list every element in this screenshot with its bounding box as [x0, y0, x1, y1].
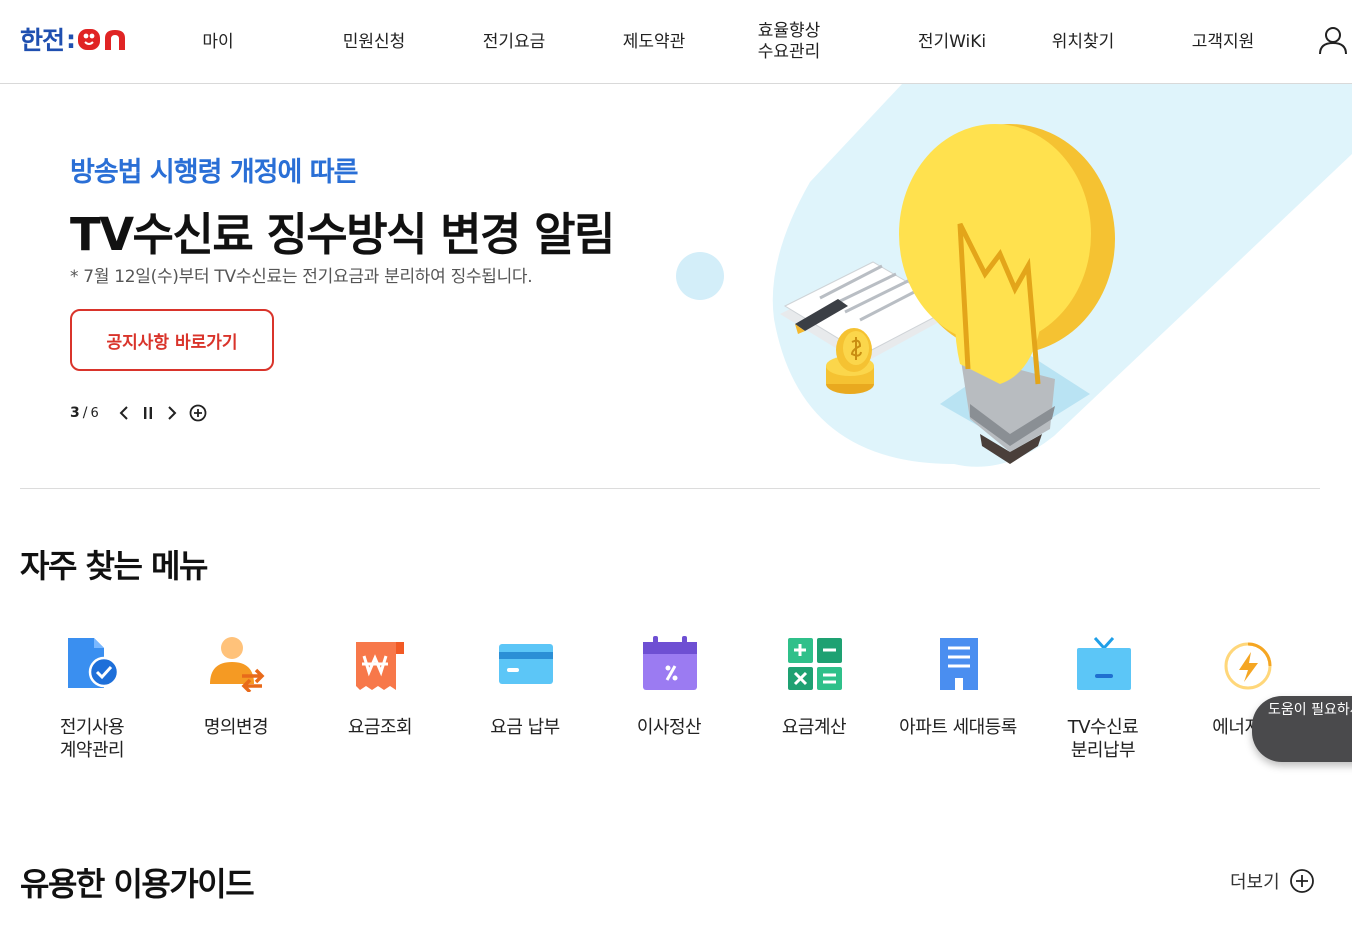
nav-electric-bill[interactable]: 전기요금	[471, 0, 557, 84]
pause-icon	[144, 407, 152, 419]
plus-circle-icon	[189, 404, 207, 422]
hero-title: TV수신료 징수방식 변경 알림	[70, 208, 615, 261]
document-check-icon	[68, 638, 120, 688]
quick-menu-moving-settlement[interactable]: 이사정산	[597, 632, 741, 772]
quick-menu-label: 요금계산	[781, 717, 847, 738]
slide-total: 6	[90, 405, 99, 421]
logo-on-mark	[78, 29, 126, 50]
nav-civil-request[interactable]: 민원신청	[331, 0, 417, 84]
logo-colon: :	[66, 24, 76, 54]
user-icon[interactable]	[1317, 24, 1349, 56]
calculator-icon	[788, 638, 842, 690]
quick-menu-bill-inquiry[interactable]: 요금조회	[308, 632, 452, 772]
slide-current: 3	[70, 405, 80, 421]
quick-menu-label: 이사정산	[636, 717, 702, 738]
quick-menu-label: 명의변경	[203, 717, 269, 738]
quick-menu-name-change[interactable]: 명의변경	[164, 632, 308, 772]
hero-illustration	[676, 84, 1352, 467]
nav-efficiency[interactable]: 효율향상 수요관리	[745, 0, 833, 84]
section-divider	[20, 488, 1320, 489]
slide-separator: /	[82, 405, 88, 421]
logo-text-korean: 한전	[20, 26, 65, 55]
help-chat-button[interactable]: 도움이 필요하세요?	[1252, 696, 1352, 762]
person-transfer-icon	[210, 637, 265, 692]
slide-more-button[interactable]	[187, 402, 209, 424]
site-header: 한전 : 마이 민원신청 전기요금 제도약관 효율향상 수요관리 전기WiKi …	[0, 0, 1352, 84]
quick-menu-apartment-register[interactable]: 아파트 세대등록	[886, 632, 1030, 772]
notice-shortcut-button[interactable]: 공지사항 바로가기	[70, 309, 274, 371]
nav-find-location[interactable]: 위치찾기	[1040, 0, 1126, 84]
nav-customer-support[interactable]: 고객지원	[1180, 0, 1266, 84]
won-receipt-icon	[356, 642, 404, 690]
credit-card-icon	[499, 644, 553, 684]
quick-menu-label: 아파트 세대등록	[899, 717, 1017, 738]
quick-menu-label: TV수신료 분리납부	[1067, 717, 1139, 761]
apartment-icon	[940, 638, 978, 690]
chevron-right-icon	[168, 406, 177, 420]
chevron-left-icon	[119, 406, 128, 420]
slide-prev-button[interactable]	[113, 402, 135, 424]
hero-subtitle: 방송법 시행령 개정에 따른	[70, 157, 358, 188]
quick-menu-bill-calculator[interactable]: 요금계산	[742, 632, 886, 772]
quick-menu-label: 전기사용 계약관리	[59, 717, 125, 761]
tv-icon	[1077, 636, 1131, 690]
guide-more-label: 더보기	[1230, 872, 1280, 893]
hero-note: * 7월 12일(수)부터 TV수신료는 전기요금과 분리하여 징수됩니다.	[70, 267, 533, 287]
energy-bolt-icon	[1224, 642, 1272, 690]
plus-circle-icon	[1289, 869, 1314, 893]
nav-electric-wiki[interactable]: 전기WiKi	[906, 0, 998, 84]
calendar-percent-icon	[643, 636, 697, 690]
quick-menu-label: 요금 납부	[490, 717, 560, 738]
slide-counter: 3 / 6	[70, 403, 99, 423]
slide-next-button[interactable]	[161, 402, 183, 424]
guide-title: 유용한 이용가이드	[20, 865, 255, 903]
quick-menu-bill-payment[interactable]: 요금 납부	[453, 632, 597, 772]
nav-policy-terms[interactable]: 제도약관	[611, 0, 697, 84]
kepco-on-logo[interactable]: 한전 :	[20, 24, 129, 55]
quick-menu-title: 자주 찾는 메뉴	[20, 547, 208, 585]
slide-pause-button[interactable]	[137, 402, 159, 424]
quick-menu-tv-fee[interactable]: TV수신료 분리납부	[1031, 632, 1175, 772]
nav-my[interactable]: 마이	[182, 0, 254, 84]
quick-menu-contract[interactable]: 전기사용 계약관리	[20, 632, 164, 772]
guide-more-link[interactable]: 더보기	[1230, 866, 1315, 896]
quick-menu-label: 요금조회	[347, 717, 413, 738]
